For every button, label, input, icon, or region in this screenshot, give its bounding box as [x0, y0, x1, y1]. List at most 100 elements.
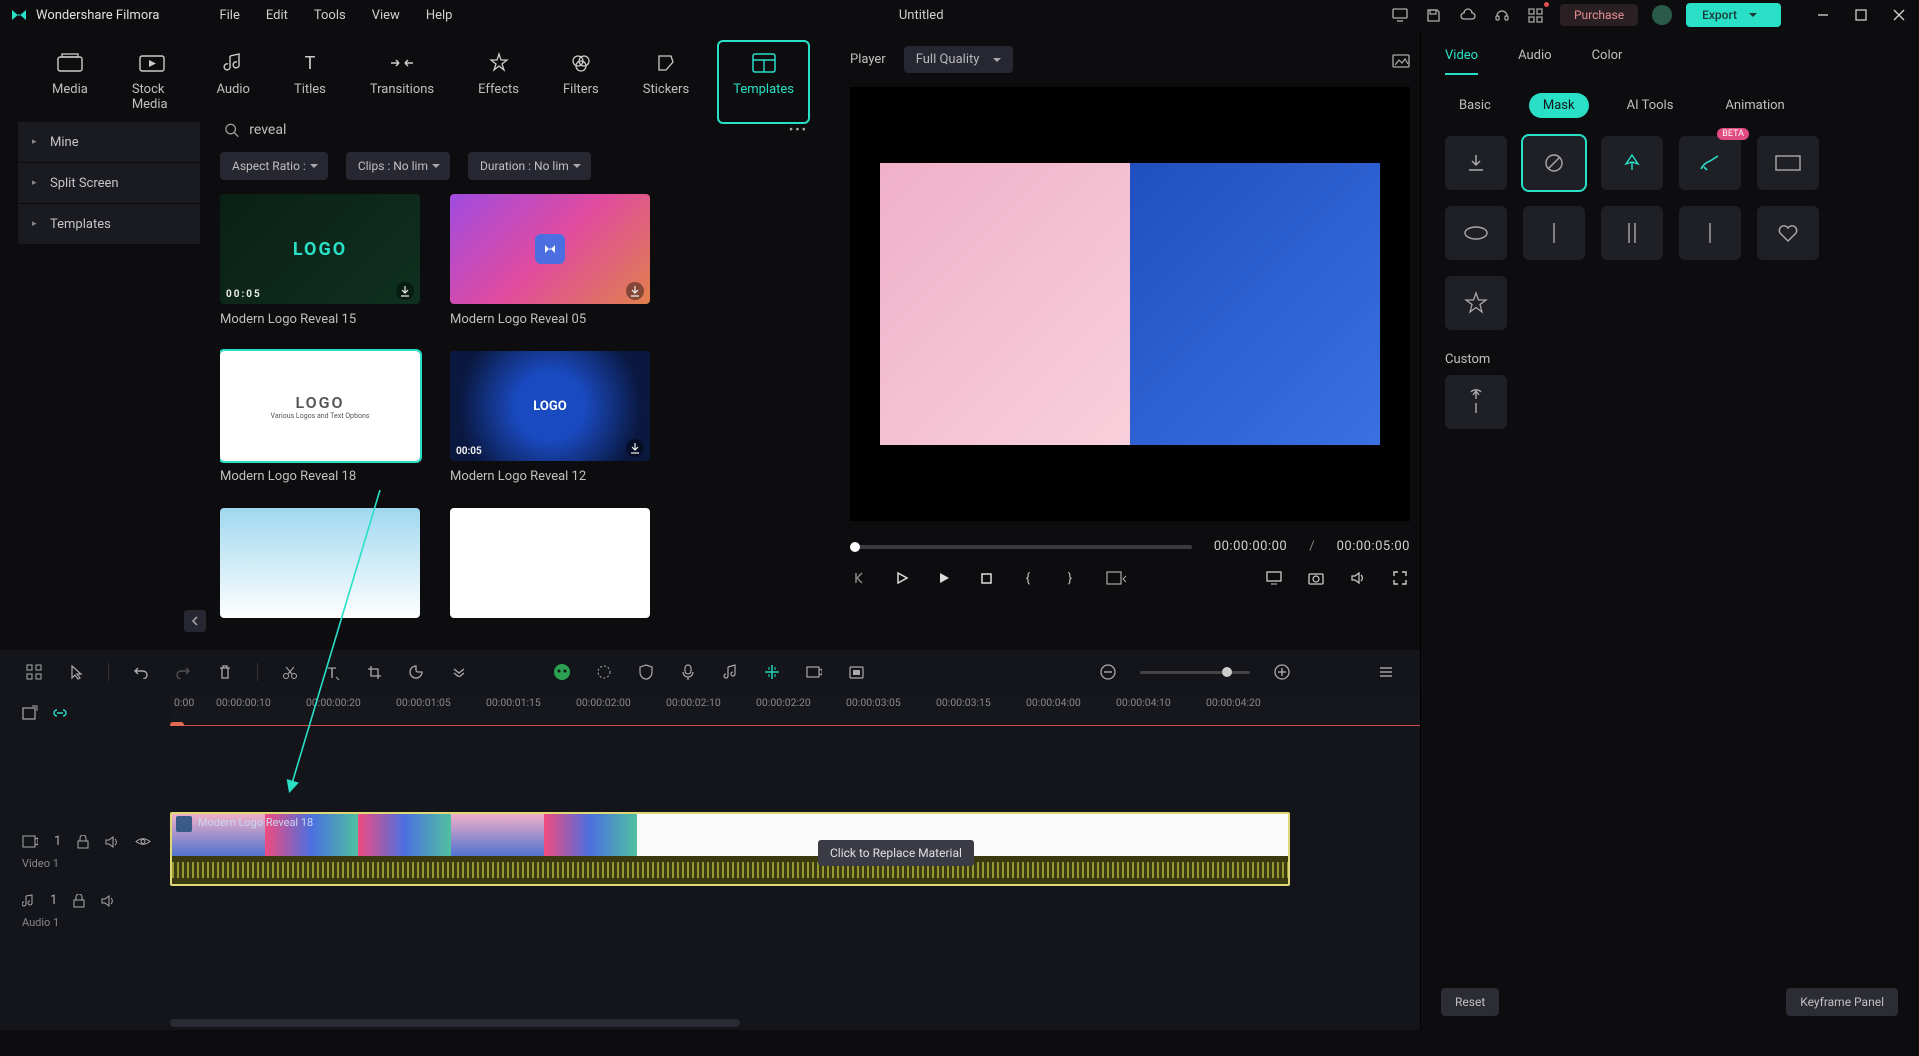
template-card[interactable]	[220, 508, 420, 618]
tl-list-icon[interactable]	[1376, 662, 1396, 682]
tl-marker-icon[interactable]	[804, 662, 824, 682]
search-input[interactable]	[249, 122, 779, 138]
play-forward-button[interactable]	[934, 568, 954, 588]
timeline-horizontal-scrollbar[interactable]	[170, 1019, 740, 1027]
tl-undo-icon[interactable]	[131, 662, 151, 682]
player-canvas[interactable]	[850, 87, 1410, 521]
mark-out-button[interactable]: }	[1060, 568, 1080, 588]
export-button[interactable]: Export	[1686, 3, 1781, 27]
tl-shield-icon[interactable]	[636, 662, 656, 682]
zoom-in-button[interactable]	[1272, 662, 1292, 682]
subtab-animation[interactable]: Animation	[1711, 93, 1798, 118]
tl-redo-icon[interactable]	[173, 662, 193, 682]
sidebar-item-templates[interactable]: Templates	[18, 204, 200, 244]
tab-media[interactable]: Media	[52, 52, 88, 112]
mask-heart[interactable]	[1757, 206, 1819, 260]
download-icon[interactable]	[626, 282, 644, 300]
timeline-clip[interactable]: Modern Logo Reveal 18	[170, 812, 1290, 886]
subtab-mask[interactable]: Mask	[1529, 93, 1589, 118]
visibility-icon[interactable]	[135, 836, 151, 847]
player-scrubber[interactable]	[850, 545, 1192, 549]
filter-aspect-ratio[interactable]: Aspect Ratio :	[220, 152, 328, 180]
mask-import[interactable]	[1445, 136, 1507, 190]
template-card[interactable]: LOGO00:05 Modern Logo Reveal 15	[220, 194, 420, 327]
keyframe-panel-button[interactable]: Keyframe Panel	[1786, 988, 1898, 1016]
inspector-tab-video[interactable]: Video	[1445, 48, 1478, 75]
tl-mic-icon[interactable]	[678, 662, 698, 682]
fullscreen-button[interactable]	[1390, 568, 1410, 588]
tl-delete-icon[interactable]	[215, 662, 235, 682]
mute-icon[interactable]	[101, 895, 115, 907]
template-card[interactable]: LOGOVarious Logos and Text Options Moder…	[220, 351, 420, 484]
filter-duration[interactable]: Duration : No lim	[468, 152, 591, 180]
ratio-button[interactable]	[1102, 568, 1132, 588]
tab-stickers[interactable]: Stickers	[643, 52, 689, 112]
library-more-button[interactable]: •••	[789, 123, 808, 138]
tl-add-track-icon[interactable]	[22, 705, 38, 721]
template-card[interactable]	[450, 508, 650, 618]
timeline-ruler[interactable]: 0:00 00:00:00:10 00:00:00:20 00:00:01:05…	[170, 694, 1420, 726]
snapshot-button[interactable]	[1392, 52, 1410, 68]
tab-effects[interactable]: Effects	[478, 52, 519, 112]
tl-layout-icon[interactable]	[24, 662, 44, 682]
mask-star[interactable]	[1445, 276, 1507, 330]
mask-pen[interactable]	[1601, 136, 1663, 190]
download-icon[interactable]	[396, 282, 414, 300]
zoom-slider[interactable]	[1140, 671, 1250, 674]
save-icon[interactable]	[1424, 5, 1444, 25]
tab-audio[interactable]: Audio	[216, 52, 249, 112]
mark-in-button[interactable]: {	[1018, 568, 1038, 588]
volume-button[interactable]	[1348, 568, 1368, 588]
tl-split-icon[interactable]	[280, 662, 300, 682]
lock-icon[interactable]	[73, 894, 85, 908]
tl-cursor-icon[interactable]	[66, 662, 86, 682]
reset-button[interactable]: Reset	[1441, 988, 1499, 1016]
timeline-tracks-area[interactable]: Modern Logo Reveal 18 Click to Replace M…	[170, 726, 1420, 1056]
window-minimize[interactable]	[1813, 5, 1833, 25]
inspector-tab-audio[interactable]: Audio	[1518, 48, 1551, 75]
mask-single-line[interactable]	[1523, 206, 1585, 260]
tl-color-icon[interactable]	[406, 662, 426, 682]
menu-view[interactable]: View	[372, 8, 400, 23]
player-quality-select[interactable]: Full Quality	[904, 46, 1014, 73]
download-icon[interactable]	[626, 439, 644, 457]
zoom-out-button[interactable]	[1098, 662, 1118, 682]
stop-button[interactable]	[976, 568, 996, 588]
camera-button[interactable]	[1306, 568, 1326, 588]
tl-enhance-icon[interactable]	[594, 662, 614, 682]
tl-link-icon[interactable]	[52, 706, 68, 720]
lock-icon[interactable]	[77, 835, 89, 849]
mask-rectangle[interactable]	[1757, 136, 1819, 190]
tab-transitions[interactable]: Transitions	[370, 52, 434, 112]
mask-double-line[interactable]	[1601, 206, 1663, 260]
inspector-tab-color[interactable]: Color	[1592, 48, 1623, 75]
tl-magnetic-icon[interactable]	[762, 662, 782, 682]
mask-ellipse[interactable]	[1445, 206, 1507, 260]
sidebar-item-split-screen[interactable]: Split Screen	[18, 163, 200, 203]
tab-filters[interactable]: Filters	[563, 52, 599, 112]
play-button[interactable]	[892, 568, 912, 588]
menu-tools[interactable]: Tools	[314, 8, 346, 23]
cloud-icon[interactable]	[1458, 5, 1478, 25]
menu-edit[interactable]: Edit	[266, 8, 288, 23]
tl-crop-icon[interactable]	[364, 662, 384, 682]
mask-brush[interactable]: BETA	[1679, 136, 1741, 190]
tl-more-icon[interactable]	[448, 662, 468, 682]
template-card[interactable]: LOGO00:05 Modern Logo Reveal 12	[450, 351, 650, 484]
tl-music-icon[interactable]	[720, 662, 740, 682]
apps-icon[interactable]	[1526, 5, 1546, 25]
mask-none[interactable]	[1523, 136, 1585, 190]
tab-titles[interactable]: TTitles	[294, 52, 326, 112]
purchase-button[interactable]: Purchase	[1560, 4, 1638, 26]
sidebar-collapse-button[interactable]	[184, 610, 206, 632]
prev-frame-button[interactable]	[850, 568, 870, 588]
mask-horizontal-line[interactable]	[1679, 206, 1741, 260]
sidebar-item-mine[interactable]: Mine	[18, 122, 200, 162]
template-card[interactable]: Modern Logo Reveal 05	[450, 194, 650, 327]
display-button[interactable]	[1264, 568, 1284, 588]
menu-file[interactable]: File	[219, 8, 239, 23]
subtab-basic[interactable]: Basic	[1445, 93, 1505, 118]
tab-templates[interactable]: Templates	[719, 42, 808, 122]
window-close[interactable]	[1889, 5, 1909, 25]
tl-keyframe-icon[interactable]	[846, 662, 866, 682]
